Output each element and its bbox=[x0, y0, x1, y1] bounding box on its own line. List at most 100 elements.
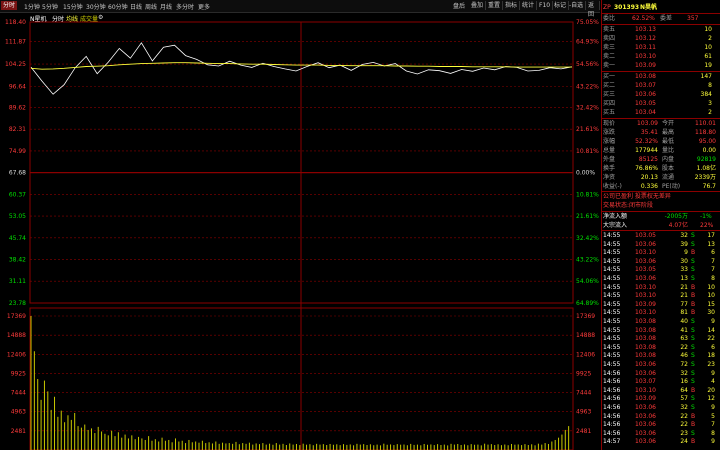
stat-value-2: 92819 bbox=[696, 156, 716, 163]
bid-volume: 384 bbox=[700, 91, 712, 98]
intraday-chart[interactable]: 118.40 75.05% 111.87 64.93% 104.25 54.56% 96.6… bbox=[0, 13, 600, 450]
stat-row: 涨跌 35.41 最高 118.80 bbox=[602, 128, 720, 137]
volume-tick-label-right: 14888 bbox=[576, 332, 595, 339]
flow-label: 净流入额 bbox=[603, 213, 628, 220]
bid-price: 103.05 bbox=[635, 100, 656, 107]
ask-price: 103.12 bbox=[635, 35, 656, 42]
stat-row: 换手 76.86% 股本 1.08亿 bbox=[602, 164, 720, 173]
pct-tick-label: 32.42% bbox=[576, 104, 599, 111]
price-tick-label: 60.37 bbox=[9, 191, 26, 198]
tab-6[interactable]: 日线 bbox=[130, 2, 142, 11]
tab-10[interactable]: 更多 bbox=[198, 2, 210, 11]
bid-label: 买五 bbox=[603, 109, 616, 116]
bid-price: 103.04 bbox=[635, 109, 656, 116]
flow-row: 大宗流入 4.07亿 22% bbox=[602, 221, 720, 230]
stat-value: 103.09 bbox=[637, 120, 658, 127]
stat-row: 外盘 85125 内盘 92819 bbox=[602, 155, 720, 164]
toolbar-btn-3[interactable]: 统计 bbox=[520, 1, 538, 10]
bid-volume: 2 bbox=[708, 109, 712, 116]
tick-count: 9 bbox=[711, 438, 715, 446]
price-tick-label: 111.87 bbox=[5, 38, 26, 45]
price-tick-label: 23.78 bbox=[9, 300, 26, 307]
volume-tick-label: 9925 bbox=[11, 370, 26, 377]
volume-tick-label-right: 9925 bbox=[576, 370, 591, 377]
tab-3[interactable]: 15分钟 bbox=[63, 2, 83, 11]
stat-value: 52.32% bbox=[635, 138, 658, 145]
price-tick-label: 38.42 bbox=[9, 257, 26, 264]
stat-label: 外盘 bbox=[603, 156, 616, 163]
stat-value: 177944 bbox=[635, 147, 658, 154]
ask-price: 103.10 bbox=[635, 53, 656, 60]
stat-value: 76.86% bbox=[635, 165, 658, 172]
bid-volume: 147 bbox=[700, 73, 712, 80]
toolbar-btn-1[interactable]: 重置 bbox=[486, 1, 504, 10]
pct-tick-label: 43.22% bbox=[576, 84, 599, 91]
volume-tick-label: 12406 bbox=[7, 351, 26, 358]
trade-status: 交易状态:闭市阶段 bbox=[603, 202, 654, 209]
price-tick-label: 104.25 bbox=[5, 61, 26, 68]
bid-price: 103.08 bbox=[635, 73, 656, 80]
bid-row: 买一 103.08 147 bbox=[602, 72, 720, 81]
price-tick-label: 45.74 bbox=[9, 235, 26, 242]
diff-label: 委差 bbox=[660, 15, 673, 22]
tab-2[interactable]: 5分钟 bbox=[42, 2, 58, 11]
pct-tick-label: 54.56% bbox=[576, 61, 599, 68]
stat-value-2: 118.80 bbox=[695, 129, 716, 136]
toolbar-btn-2[interactable]: 指标 bbox=[503, 1, 521, 10]
tab-0[interactable]: 分时 bbox=[1, 1, 18, 10]
stat-label: 总量 bbox=[603, 147, 616, 154]
bid-price: 103.07 bbox=[635, 82, 656, 89]
tab-7[interactable]: 周线 bbox=[145, 2, 157, 11]
ask-price: 103.11 bbox=[635, 44, 656, 51]
pct-tick-label: 10.81% bbox=[576, 191, 599, 198]
stat-label-2: 内盘 bbox=[662, 156, 675, 163]
toolbar-btn-0[interactable]: 叠加 bbox=[469, 1, 487, 10]
bid-row: 买二 103.07 8 bbox=[602, 81, 720, 90]
price-tick-label: 82.31 bbox=[9, 126, 26, 133]
flow-label: 大宗流入 bbox=[603, 222, 628, 229]
stat-row: 涨幅 52.32% 最低 95.00 bbox=[602, 137, 720, 146]
info-row-1: 公司已盈利 投票权无差异 bbox=[602, 192, 720, 201]
ratio-label: 委比 bbox=[603, 15, 616, 22]
pct-tick-label: 0.00% bbox=[576, 170, 595, 177]
toolbar-btn-6[interactable]: -自选 bbox=[567, 1, 587, 10]
pct-tick-label: 75.05% bbox=[576, 19, 599, 26]
after-hours-button[interactable]: 盘后 bbox=[453, 1, 465, 10]
info-row-2: 交易状态:闭市阶段 bbox=[602, 201, 720, 210]
tab-1[interactable]: 1分钟 bbox=[24, 2, 40, 11]
right-toolbar: 盘后 叠加 重置 指标 统计 F10 标记 -自选 返回 bbox=[449, 0, 600, 18]
volume-tick-label-right: 7444 bbox=[576, 390, 591, 397]
ask-volume: 61 bbox=[704, 53, 712, 60]
tick-price: 103.06 bbox=[635, 438, 656, 446]
tick-row: 14:57 103.06 24 B 9 bbox=[602, 437, 720, 446]
stat-value-2: 2339万 bbox=[694, 174, 716, 181]
pct-tick-label: 64.89% bbox=[576, 300, 599, 307]
bid-label: 买三 bbox=[603, 91, 616, 98]
tab-5[interactable]: 60分钟 bbox=[108, 2, 128, 11]
bid-price: 103.06 bbox=[635, 91, 656, 98]
tab-4[interactable]: 30分钟 bbox=[86, 2, 106, 11]
ask-label: 卖三 bbox=[603, 44, 616, 51]
price-tick-label: 74.99 bbox=[9, 148, 26, 155]
tick-time: 14:57 bbox=[603, 438, 621, 446]
ask-row: 卖一 103.09 19 bbox=[602, 61, 720, 70]
toolbar-btn-4[interactable]: F10 bbox=[537, 1, 554, 10]
stat-label-2: 最低 bbox=[662, 138, 675, 145]
volume-tick-label: 17369 bbox=[7, 313, 26, 320]
stat-label-2: 量比 bbox=[662, 147, 675, 154]
ask-price: 103.13 bbox=[635, 26, 656, 33]
tab-9[interactable]: 多分时 bbox=[176, 2, 194, 11]
quote-header: ZP 301393 N昊帆 bbox=[602, 3, 720, 12]
stat-label: 涨跌 bbox=[603, 129, 616, 136]
stat-label-2: 最高 bbox=[662, 129, 675, 136]
bid-label: 买二 bbox=[603, 82, 616, 89]
pct-tick-label: 43.22% bbox=[576, 257, 599, 264]
ratio-value: 62.52% bbox=[632, 15, 655, 22]
bid-label: 买一 bbox=[603, 73, 616, 80]
stat-label: 收益(-) bbox=[603, 183, 622, 190]
stat-row: 收益(-) 0.336 PE(动) 76.7 bbox=[602, 182, 720, 191]
diff-value: 357 bbox=[687, 15, 699, 22]
tab-8[interactable]: 月线 bbox=[160, 2, 172, 11]
flow-value: 4.07亿 bbox=[668, 222, 688, 229]
toolbar-btn-7[interactable]: 返回 bbox=[586, 1, 600, 18]
